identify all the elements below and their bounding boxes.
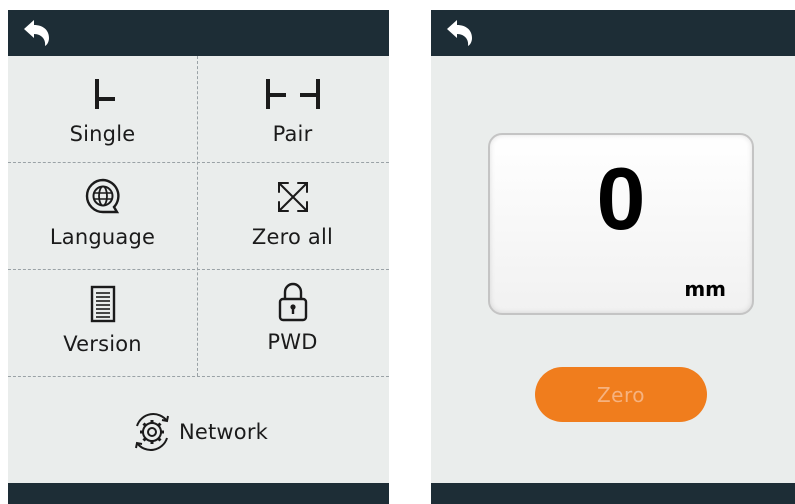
menu-item-single[interactable]: Single xyxy=(8,56,197,162)
back-button[interactable] xyxy=(445,19,475,47)
measurement-display: 0 mm xyxy=(488,133,754,315)
pair-probe-icon xyxy=(265,79,320,109)
bottom-bar xyxy=(431,483,795,504)
settings-screen: Single Pair Language Zero all Version PW… xyxy=(8,10,389,504)
menu-item-label: PWD xyxy=(267,330,318,354)
expand-arrows-icon xyxy=(277,182,308,212)
zero-button[interactable]: Zero xyxy=(535,367,707,422)
menu-item-label: Single xyxy=(69,122,136,146)
measurement-value: 0 xyxy=(596,149,646,248)
single-probe-icon xyxy=(94,79,115,109)
row-divider xyxy=(8,376,389,377)
menu-item-pair[interactable]: Pair xyxy=(198,56,387,162)
bottom-bar xyxy=(8,483,389,504)
globe-chat-icon xyxy=(85,178,120,214)
top-bar xyxy=(431,10,795,56)
menu-item-network[interactable]: Network xyxy=(8,406,389,458)
back-arrow-icon xyxy=(447,20,472,46)
top-bar xyxy=(8,10,389,56)
back-arrow-icon xyxy=(24,20,49,46)
menu-item-label: Zero all xyxy=(251,225,334,249)
menu-item-label: Language xyxy=(49,225,156,249)
back-button[interactable] xyxy=(22,19,52,47)
zero-screen: 0 mm Zero xyxy=(431,10,795,504)
menu-item-zero-all[interactable]: Zero all xyxy=(198,163,387,269)
document-icon xyxy=(90,285,115,323)
menu-item-pwd[interactable]: PWD xyxy=(198,270,387,376)
network-label: Network xyxy=(178,420,269,444)
menu-item-label: Pair xyxy=(272,122,313,146)
menu-item-language[interactable]: Language xyxy=(8,163,197,269)
padlock-icon xyxy=(278,282,307,322)
gear-sync-icon xyxy=(134,413,169,451)
menu-item-version[interactable]: Version xyxy=(8,270,197,376)
menu-item-label: Version xyxy=(63,332,142,356)
measurement-unit: mm xyxy=(684,277,726,301)
